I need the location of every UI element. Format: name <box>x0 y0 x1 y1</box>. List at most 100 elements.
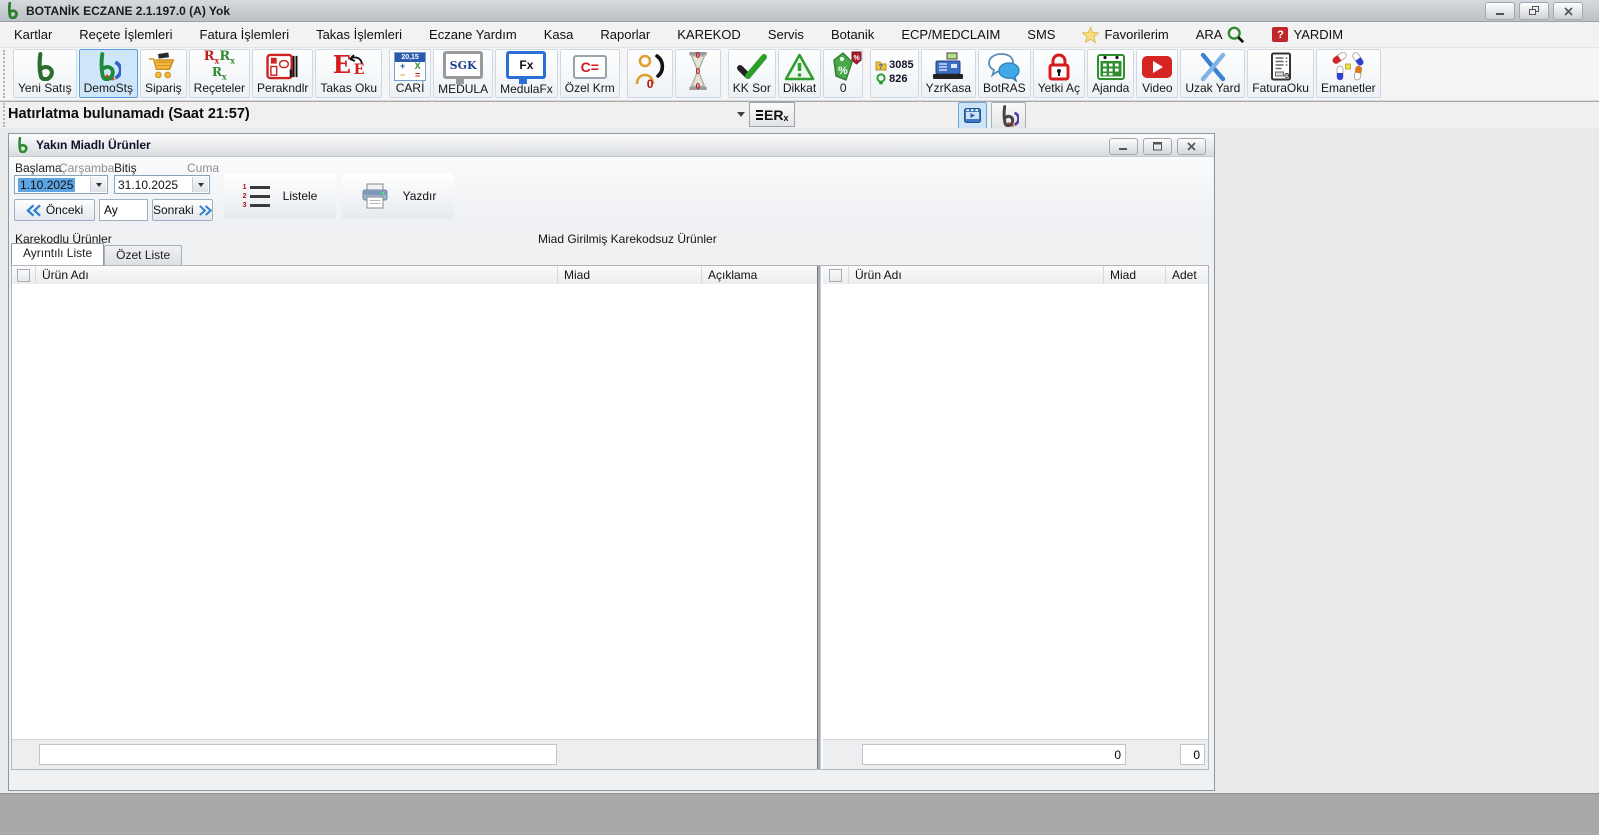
dialog-titlebar[interactable]: Yakın Miadlı Ürünler <box>9 134 1214 157</box>
grid-area: Ürün Adı Miad Açıklama Ürün Adı Miad Ade… <box>11 265 1209 770</box>
menu-ara[interactable]: ARA <box>1196 26 1246 44</box>
table-body[interactable] <box>12 284 817 740</box>
end-date-combobox[interactable]: 31.10.2025 <box>114 175 210 194</box>
toolbar-takas-oku[interactable]: E E Takas Oku <box>315 49 383 98</box>
menu-kasa[interactable]: Kasa <box>544 27 574 42</box>
tab-ayrintili-liste[interactable]: Ayrıntılı Liste <box>11 243 105 265</box>
toolbar-yzrkasa[interactable]: YzrKasa <box>920 49 976 98</box>
column-miad[interactable]: Miad <box>1104 266 1166 284</box>
select-all-checkbox[interactable] <box>829 268 842 282</box>
table-header: Ürün Adı Miad Açıklama <box>12 266 817 285</box>
toolbar-demosts[interactable]: DemoStş <box>78 49 138 98</box>
card-icon: C= <box>572 51 607 82</box>
toolbar-dikkat[interactable]: Dikkat <box>777 49 822 98</box>
menu-raporlar[interactable]: Raporlar <box>600 27 650 42</box>
double-chevron-right-icon <box>198 204 212 216</box>
toolbar-bekleyen-islemler[interactable]: 0 0 0 <box>674 49 721 98</box>
toolbar-sayaclar[interactable]: ? 3085 826 <box>870 49 919 98</box>
window-title: BOTANİK ECZANE 2.1.197.0 (A) Yok <box>26 3 231 18</box>
toolbar-grip[interactable] <box>3 50 9 98</box>
toolbar-indirim[interactable]: % % 0 <box>823 49 864 98</box>
menu-yardim-label: YARDIM <box>1293 27 1344 42</box>
next-period-button[interactable]: Sonraki <box>152 199 213 221</box>
listele-label: Listele <box>282 189 318 203</box>
remote-x-icon <box>1198 51 1228 82</box>
dialog-close-button[interactable] <box>1177 138 1206 155</box>
menu-fatura-islemleri[interactable]: Fatura İşlemleri <box>200 27 290 42</box>
botanik-logo-icon <box>1002 104 1019 127</box>
minimize-button[interactable] <box>1485 2 1515 20</box>
pacifier-icon <box>876 73 886 85</box>
column-aciklama[interactable]: Açıklama <box>702 266 817 284</box>
menu-botanik[interactable]: Botanik <box>831 27 874 42</box>
toolbar-faturaoku[interactable]: FaturaOku <box>1247 49 1314 98</box>
toolbar-yetki-ac[interactable]: Yetki Aç <box>1032 49 1085 98</box>
select-all-checkbox[interactable] <box>17 268 30 282</box>
toolbar-siparis[interactable]: Sipariş <box>139 49 187 98</box>
start-day-label: Çarşamba <box>59 161 115 175</box>
toolbar-medula[interactable]: SGK MEDULA <box>433 49 494 98</box>
media-button[interactable] <box>958 102 987 129</box>
start-date-combobox[interactable]: 1.10.2025 <box>14 175 108 194</box>
toolbar-telefon-siparis[interactable]: 0 <box>626 49 673 98</box>
menu-ecp-medclaim[interactable]: ECP/MEDCLAIM <box>901 27 1000 42</box>
toolbar-perakndlr[interactable]: Perakndlr <box>252 49 314 98</box>
previous-period-button[interactable]: Önceki <box>14 199 95 221</box>
menu-takas-islemleri[interactable]: Takas İşlemleri <box>316 27 402 42</box>
double-chevron-left-icon <box>26 204 41 216</box>
toolbar-kk-sor[interactable]: KK Sor <box>727 49 776 98</box>
next-label: Sonraki <box>153 203 194 217</box>
screen: { "titlebar": { "title": "BOTANİK ECZANE… <box>0 0 1599 835</box>
botanik-quick-button[interactable] <box>991 102 1026 129</box>
toolbar-receteler[interactable]: RxRx Rx Reçeteler <box>188 49 251 98</box>
footer-adet-input[interactable] <box>1180 744 1205 765</box>
tab-ozet-liste[interactable]: Özet Liste <box>104 245 183 265</box>
toolbar-yeni-satis[interactable]: Yeni Satış <box>13 49 77 98</box>
toolbar-ajanda[interactable]: Ajanda <box>1086 49 1135 98</box>
toolbar-emanetler[interactable]: Emanetler <box>1315 49 1381 98</box>
dialog-minimize-button[interactable] <box>1109 138 1138 155</box>
menu-servis[interactable]: Servis <box>768 27 804 42</box>
calendar-icon <box>1096 51 1126 82</box>
toolbar-video[interactable]: Video <box>1136 49 1179 98</box>
footer-total-input[interactable] <box>862 744 1126 765</box>
menu-recete-islemleri[interactable]: Reçete İşlemleri <box>79 27 172 42</box>
botanik-logo-icon <box>16 137 29 153</box>
menu-yardim[interactable]: ? YARDIM <box>1272 27 1343 42</box>
overflow-caret-icon[interactable] <box>737 112 745 117</box>
menu-sms[interactable]: SMS <box>1027 27 1055 42</box>
menu-favorilerim-label: Favorilerim <box>1104 27 1169 42</box>
erecete-button[interactable]: ER x <box>749 102 796 127</box>
table-body[interactable] <box>823 284 1208 740</box>
dialog-maximize-button[interactable] <box>1143 138 1172 155</box>
close-button[interactable] <box>1553 2 1583 20</box>
toolbar-uzak-yard[interactable]: Uzak Yard <box>1180 49 1246 98</box>
column-adet[interactable]: Adet <box>1166 266 1208 284</box>
toolbar-ozel-krm[interactable]: C= Özel Krm <box>559 49 620 98</box>
menu-eczane-yardim[interactable]: Eczane Yardım <box>429 27 517 42</box>
table-footer <box>12 739 817 769</box>
period-input[interactable] <box>99 199 148 221</box>
film-icon <box>964 108 981 123</box>
listele-button[interactable]: 1 2 3 Listele <box>224 173 336 219</box>
invoice-icon <box>1267 51 1295 82</box>
column-urun-adi[interactable]: Ürün Adı <box>36 266 558 284</box>
toolbar-medulafx[interactable]: Fx MedulaFx <box>495 49 558 98</box>
combo-dropdown-icon[interactable] <box>90 177 106 192</box>
menu-kartlar[interactable]: Kartlar <box>14 27 52 42</box>
column-urun-adi[interactable]: Ürün Adı <box>849 266 1104 284</box>
toolbar-botras[interactable]: BotRAS <box>978 49 1031 98</box>
menu-karekod[interactable]: KAREKOD <box>677 27 741 42</box>
calculator-icon: 20,15 + X − = <box>394 51 427 82</box>
end-day-label: Cuma <box>187 161 220 175</box>
toolbar-cari[interactable]: 20,15 + X − = CARİ <box>389 49 432 98</box>
restore-button[interactable] <box>1519 2 1549 20</box>
grid-splitter[interactable] <box>817 266 821 769</box>
yazdir-button[interactable]: Yazdır <box>342 173 454 219</box>
combo-dropdown-icon[interactable] <box>192 177 208 192</box>
menu-favorilerim[interactable]: Favorilerim <box>1082 26 1169 43</box>
svg-text:%: % <box>854 55 861 62</box>
column-miad[interactable]: Miad <box>558 266 702 284</box>
table-footer <box>823 739 1208 769</box>
footer-filter-input[interactable] <box>39 744 557 765</box>
